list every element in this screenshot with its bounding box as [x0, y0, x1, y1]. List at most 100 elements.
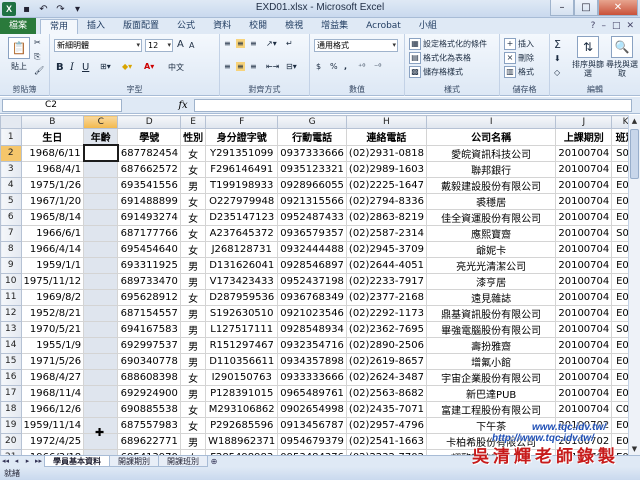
grid-cell[interactable]	[83, 336, 119, 354]
grid-cell[interactable]: 0952487433	[277, 208, 347, 226]
first-sheet-icon[interactable]: ◂◂	[0, 456, 11, 467]
tab-file[interactable]: 檔案	[0, 18, 36, 34]
row-header[interactable]: 20	[0, 432, 22, 450]
grid-cell[interactable]: 0932354716	[277, 336, 347, 354]
grid-cell[interactable]: 女	[180, 160, 207, 178]
grid-cell[interactable]: 20100704	[555, 256, 613, 274]
ribbon-tab[interactable]: 資料	[204, 19, 240, 34]
grid-cell[interactable]: 691488899	[117, 192, 182, 210]
grid-cell[interactable]: 20100704	[555, 176, 613, 194]
grid-cell[interactable]: 女	[180, 144, 207, 162]
column-header-d[interactable]: D	[117, 115, 182, 129]
grid-cell[interactable]: 0902654998	[277, 400, 347, 418]
grid-cell[interactable]: 0921023546	[277, 304, 347, 322]
grid-cell[interactable]: 男	[180, 256, 207, 274]
column-header-c[interactable]: C	[83, 115, 119, 129]
underline-button[interactable]: U	[82, 62, 89, 73]
grid-cell[interactable]: 689733470	[117, 272, 182, 290]
align-bottom-icon[interactable]: ≡	[250, 39, 257, 48]
currency-button[interactable]: $	[316, 62, 321, 71]
header-cell[interactable]: 行動電話	[277, 128, 347, 146]
grid-cell[interactable]	[83, 288, 119, 306]
row-header[interactable]: 12	[0, 304, 22, 322]
grid-cell[interactable]: (02)2362-7695	[345, 320, 427, 338]
ribbon-tab[interactable]: 常用	[40, 19, 79, 34]
close-button[interactable]: ✕	[598, 0, 638, 16]
grid-cell[interactable]: O227979948	[205, 192, 279, 210]
header-cell[interactable]: 公司名稱	[425, 128, 557, 146]
grid-cell[interactable]: 20100704	[555, 288, 613, 306]
grid-cell[interactable]: 男	[180, 352, 207, 370]
phonetic-button[interactable]: 中文	[168, 62, 184, 73]
grid-cell[interactable]: 688608398	[117, 368, 182, 386]
header-cell[interactable]: 連絡電話	[345, 128, 427, 146]
ribbon-minimize-icon[interactable]: –	[601, 21, 606, 31]
grid-cell[interactable]: 0921315566	[277, 192, 347, 210]
cell-styles-button[interactable]: ▩ 儲存格樣式	[409, 66, 463, 78]
row-header[interactable]: 8	[0, 240, 22, 258]
number-format-select[interactable]: 通用格式	[314, 39, 398, 52]
sheet-tab[interactable]: 學員基本資料	[44, 456, 110, 467]
grid-cell[interactable]: 男	[180, 304, 207, 322]
row-header[interactable]: 14	[0, 336, 22, 354]
ribbon-tab[interactable]: Acrobat	[357, 19, 410, 34]
wrap-text-icon[interactable]: ↵	[286, 39, 293, 48]
next-sheet-icon[interactable]: ▸	[22, 456, 33, 467]
ribbon-tab[interactable]: 版面配置	[114, 19, 168, 34]
grid-cell[interactable]: 0928546897	[277, 256, 347, 274]
header-cell[interactable]: 身分證字號	[205, 128, 279, 146]
grid-cell[interactable]: 愛皖資訊科技公司	[425, 144, 557, 162]
grid-cell[interactable]: 20100702	[555, 432, 613, 450]
insert-cells-button[interactable]: + 插入	[504, 38, 534, 50]
ribbon-tab[interactable]: 校閱	[240, 19, 276, 34]
scroll-thumb[interactable]	[630, 129, 639, 179]
grid-cell[interactable]	[83, 384, 119, 402]
grid-cell[interactable]: 新巴達PUB	[425, 384, 557, 402]
grid-cell[interactable]: 裘穩居	[425, 192, 557, 210]
grid-cell[interactable]: L127517111	[205, 320, 279, 338]
grid-cell[interactable]: 爺妮卡	[425, 240, 557, 258]
grid-cell[interactable]: 20100704	[555, 384, 613, 402]
grid-cell[interactable]: (02)2945-3709	[345, 240, 427, 258]
grid-cell[interactable]: 壽扮雅齋	[425, 336, 557, 354]
sheet-tab[interactable]: 開課期別	[109, 456, 159, 467]
grid-cell[interactable]: 1959/11/14	[20, 416, 85, 434]
copy-icon[interactable]: ⎘	[34, 52, 40, 62]
orientation-icon[interactable]: ↗▾	[266, 39, 277, 48]
grid-cell[interactable]: 20100704	[555, 304, 613, 322]
ribbon-tab[interactable]: 插入	[78, 19, 114, 34]
grid-cell[interactable]: Y291351099	[205, 144, 279, 162]
row-header[interactable]: 13	[0, 320, 22, 338]
grid-cell[interactable]: 20100704	[555, 240, 613, 258]
row-header[interactable]: 15	[0, 352, 22, 370]
grid-cell[interactable]	[82, 144, 119, 162]
format-cells-button[interactable]: ▥ 格式	[504, 66, 534, 78]
grid-cell[interactable]: 20100704	[555, 272, 613, 290]
grid-cell[interactable]: 女	[180, 416, 207, 434]
grid-cell[interactable]: 20100704	[555, 192, 613, 210]
grow-font-icon[interactable]: A	[177, 39, 184, 50]
row-header[interactable]: 19	[0, 416, 22, 434]
ribbon-tab[interactable]: 檢視	[276, 19, 312, 34]
grid-cell[interactable]: 0932444488	[277, 240, 347, 258]
grid-cell[interactable]: 0933333666	[277, 368, 347, 386]
grid-cell[interactable]	[83, 304, 119, 322]
select-all-corner[interactable]	[0, 115, 22, 129]
grid-cell[interactable]	[83, 320, 119, 338]
grid-cell[interactable]	[83, 240, 119, 258]
header-cell[interactable]: 生日	[20, 128, 85, 146]
row-header[interactable]: 2	[0, 144, 22, 162]
insert-function-icon[interactable]: fx	[176, 99, 190, 112]
minimize-button[interactable]: –	[550, 0, 574, 16]
align-left-icon[interactable]: ≡	[224, 62, 231, 71]
grid-cell[interactable]: 0954679379	[277, 432, 347, 450]
column-header-e[interactable]: E	[180, 115, 207, 129]
grid-cell[interactable]	[83, 224, 119, 242]
grid-cell[interactable]: D110356611	[205, 352, 279, 370]
grid-cell[interactable]: 男	[180, 336, 207, 354]
grid-cell[interactable]: 695454640	[117, 240, 182, 258]
decrease-decimal-icon[interactable]: ⁻⁰	[374, 62, 381, 71]
merge-center-icon[interactable]: ⊟▾	[286, 62, 297, 71]
scroll-up-icon[interactable]: ▲	[629, 115, 640, 127]
grid-cell[interactable]: 693541556	[117, 176, 182, 194]
